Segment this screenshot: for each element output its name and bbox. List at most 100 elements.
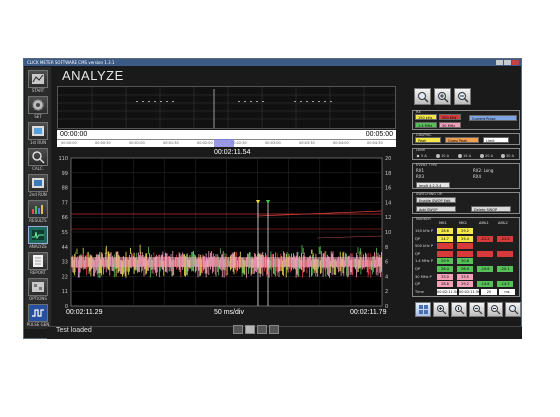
zoom-out-icon <box>457 91 468 102</box>
sidebar-item-analyze[interactable]: ANALYZE <box>26 226 50 249</box>
marker-cell: -14.3 <box>497 281 513 288</box>
limit-toggle[interactable]: Limit <box>483 137 509 143</box>
marker-cell <box>497 258 513 264</box>
overview-grid <box>58 87 397 130</box>
zoom-in-x-button[interactable] <box>433 302 449 317</box>
sidebar-item-pulse-gen[interactable]: PULSE GEN <box>26 304 50 327</box>
level-option[interactable]: 15 A <box>458 154 471 158</box>
left-time: 00:02:11.29 <box>66 309 103 316</box>
zoom-out-y-button[interactable] <box>487 302 503 317</box>
minimize-button[interactable] <box>496 60 503 65</box>
current-pulse-toggle[interactable]: Current Pulse <box>469 115 517 121</box>
sidebar-item-set[interactable]: SET <box>26 96 50 119</box>
zoom-in-y-icon <box>454 305 464 315</box>
sidebar-item-start[interactable]: START <box>26 70 50 93</box>
level-option[interactable]: 30 A <box>501 154 514 158</box>
zoom-in-icon <box>437 91 448 102</box>
y-tick-right: 14 <box>385 200 391 206</box>
results-icon <box>28 200 48 218</box>
zoom-in-button[interactable] <box>434 88 451 105</box>
peak-toggle[interactable]: Peak <box>415 137 441 143</box>
marker-cell: 33.5 <box>457 273 473 280</box>
y-tick-left: 66 <box>62 215 68 221</box>
run2-icon <box>28 174 48 192</box>
level-option[interactable]: 10 A <box>436 154 449 158</box>
marker-cell: 26.9 <box>457 266 473 272</box>
page-indicator-item[interactable] <box>233 325 243 334</box>
rx-150khz-toggle[interactable]: 150 kHz <box>415 114 437 120</box>
sidebar-item-results[interactable]: RESULTS <box>26 200 50 223</box>
time-scale: 50 ms/div <box>214 309 244 316</box>
rx-30mhz-toggle[interactable]: 30 MHz <box>439 122 461 128</box>
marker-cell <box>497 228 513 234</box>
grid-view-button[interactable] <box>415 302 431 317</box>
enable-swop-checkbox[interactable]: Enable SWOP Edit <box>416 197 456 203</box>
y-tick-left: 44 <box>62 245 68 251</box>
maximize-button[interactable] <box>504 60 511 65</box>
zoom-reset-button[interactable] <box>505 302 521 317</box>
marker-cell <box>477 274 493 280</box>
page-indicator-item[interactable] <box>245 325 255 334</box>
grid-icon <box>418 305 428 314</box>
zoom-out-button[interactable] <box>454 88 471 105</box>
marker-cell <box>457 243 473 250</box>
marker-cell: 29.9 <box>437 258 453 265</box>
pulse-icon <box>28 304 48 322</box>
ruler-label: 00:00:30 <box>95 141 111 145</box>
zoom-in-y-button[interactable] <box>451 302 467 317</box>
level-group: Level 5 A 10 A 15 A 20 A 30 A <box>412 148 520 160</box>
ruler-label: 00:00:00 <box>61 141 77 145</box>
close-button[interactable] <box>512 60 519 65</box>
zoom-out-x-icon <box>472 305 482 315</box>
rx-1-4mhz-toggle[interactable]: 1.4 MHz <box>415 122 437 128</box>
zoom-reset-icon <box>508 305 518 315</box>
level-option[interactable]: 5 A <box>416 154 427 158</box>
marker-cell <box>457 250 473 257</box>
analyze-icon <box>28 226 48 244</box>
rx-500khz-toggle[interactable]: 500 kHz <box>439 114 461 120</box>
overview-plot[interactable] <box>57 86 397 130</box>
title-bar: CLICK METER SOFTWARE CMS version 1.3.1 <box>24 59 521 66</box>
marker-cell <box>497 243 513 249</box>
marker-header: MK2 <box>459 221 467 225</box>
delete-swop-button[interactable]: Delete SWOP <box>471 206 511 212</box>
ruler-label: 00:04:30 <box>367 141 383 145</box>
marker-cell: -19.6 <box>477 266 493 272</box>
y-tick-right: 4 <box>385 274 388 280</box>
level-option[interactable]: 20 A <box>480 154 493 158</box>
sidebar-item-1st-run[interactable]: 1st RUN <box>26 122 50 145</box>
marker-cell <box>477 258 493 264</box>
marker-row: Time 00:02:11.542 00:02:11.562 20 ms <box>415 288 519 296</box>
overview-end-time: 00:05:00 <box>365 131 393 138</box>
sidebar-item-label: RESULTS <box>29 218 47 223</box>
zoom-out-x-button[interactable] <box>469 302 485 317</box>
main-plot[interactable]: 110 99 88 77 66 55 44 33 22 11 0 20 18 16 14 12 10 8 6 4 2 0 <box>57 156 396 311</box>
sidebar-item-2nd-run[interactable]: 2nd RUN <box>26 174 50 197</box>
ruler-label: 00:03:00 <box>265 141 281 145</box>
page-indicator-item[interactable] <box>269 325 279 334</box>
marker-header: MK1 <box>439 221 447 225</box>
zoom-in-x-icon <box>436 305 446 315</box>
switching-title: SWITCHING OP. <box>416 192 443 196</box>
report-icon <box>28 252 48 270</box>
rx-group: RX 150 kHz 500 kHz 1.4 MHz 30 MHz Curren… <box>412 110 520 130</box>
sidebar-item-calc[interactable]: CALC. <box>26 148 50 171</box>
quasi-peak-toggle[interactable]: Quasi Peak <box>445 137 479 143</box>
y-tick-right: 10 <box>385 230 391 236</box>
marker-cell: 28.6 <box>437 228 453 234</box>
event-rx1-value: RX2: Long <box>473 168 494 173</box>
y-tick-right: 12 <box>385 215 391 221</box>
zoom-fit-button[interactable] <box>414 88 431 105</box>
window-controls <box>496 60 519 65</box>
zoom-out-y-icon <box>490 305 500 315</box>
marker-row-label: Time <box>415 289 424 294</box>
marker-cell <box>437 250 453 257</box>
event-badge: Implt 4.2.3.4 <box>416 182 450 188</box>
marker-cell <box>477 228 493 234</box>
add-swop-button[interactable]: Add SWOP <box>416 206 456 212</box>
page-indicator-item[interactable] <box>257 325 267 334</box>
marker-group: MARKER MK1 MK2 ΔML1 ΔML2 150 kHz P 28.6 29… <box>412 217 520 297</box>
sidebar-item-report[interactable]: REPORT <box>26 252 50 275</box>
overview-selection-window[interactable] <box>214 139 234 147</box>
sidebar-item-options[interactable]: OPTIONS <box>26 278 50 301</box>
